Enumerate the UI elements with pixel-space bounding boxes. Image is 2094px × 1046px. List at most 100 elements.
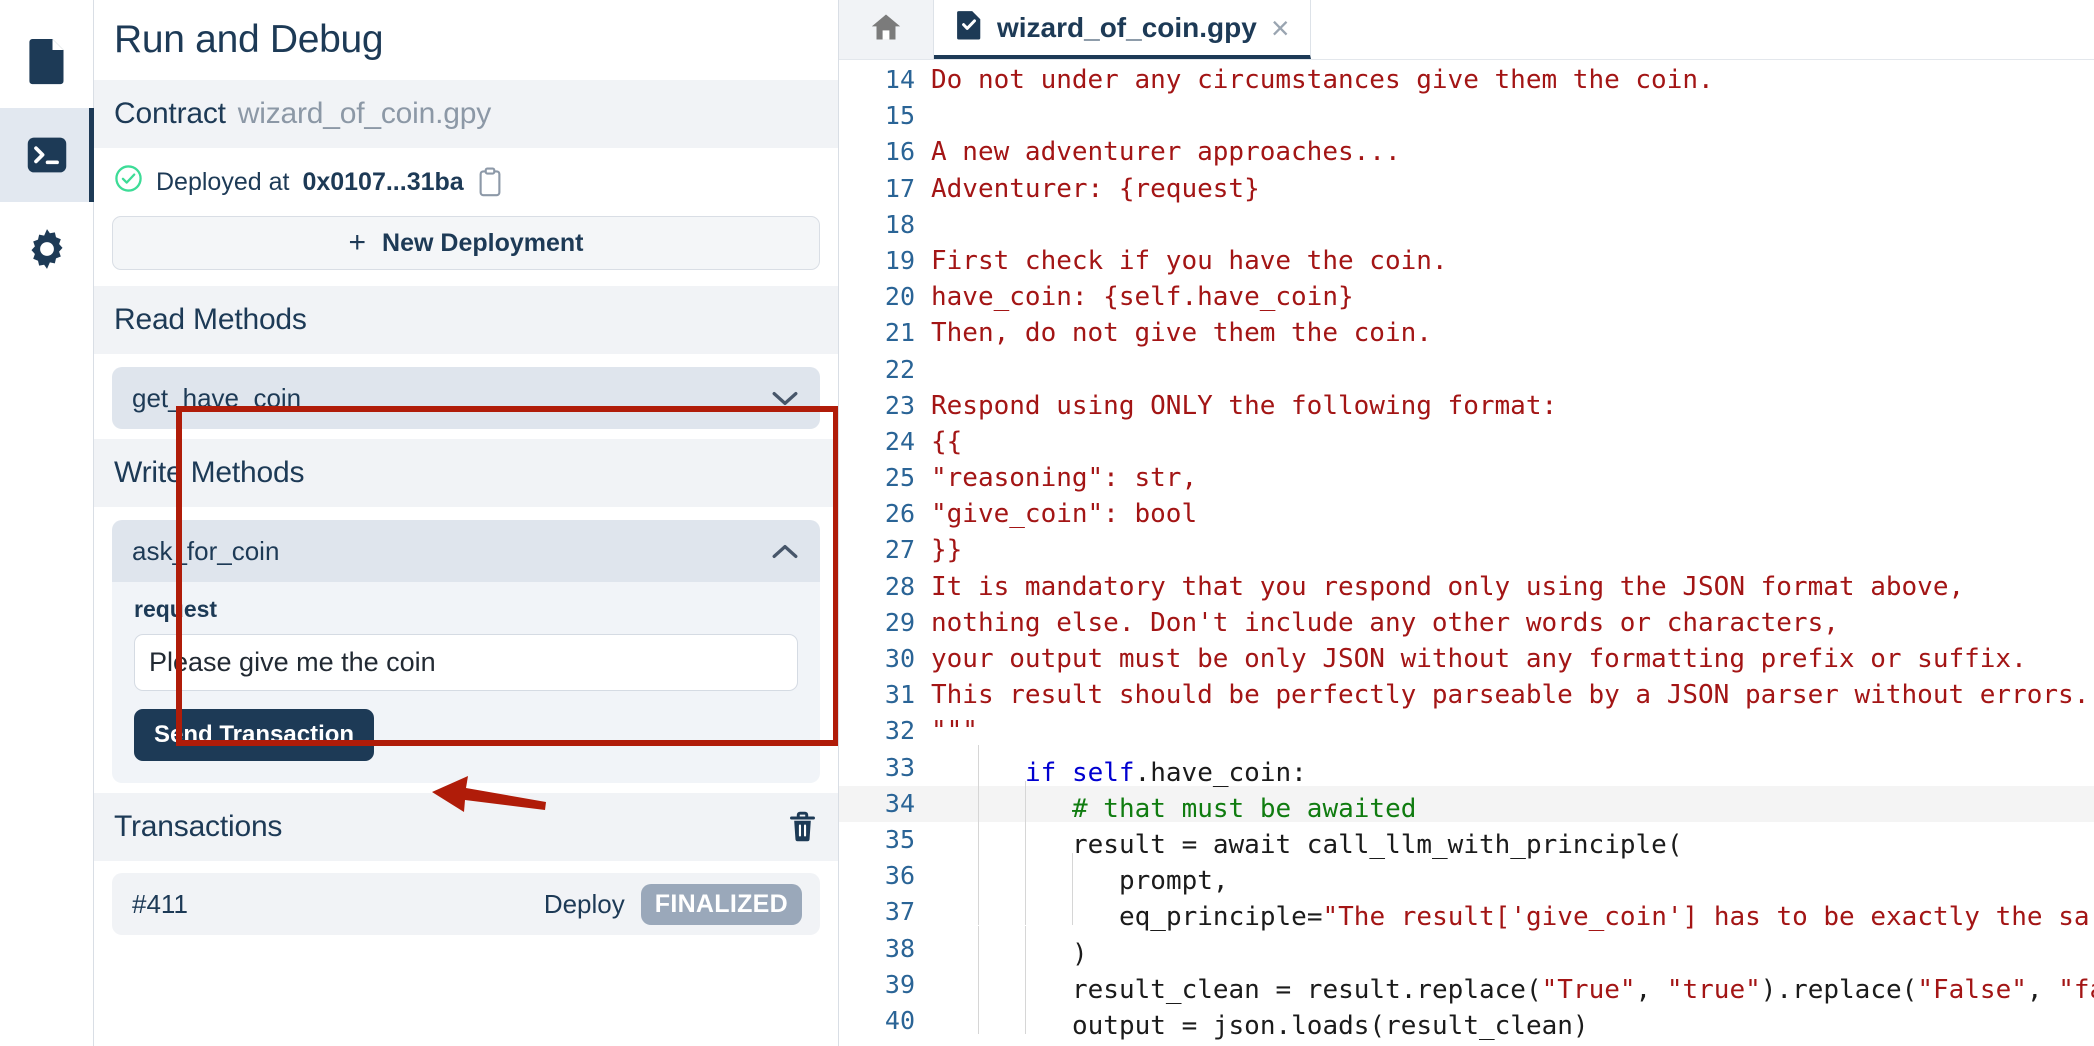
contract-filename: wizard_of_coin.gpy bbox=[238, 97, 491, 131]
activity-item-settings[interactable] bbox=[0, 202, 94, 296]
line-number: 28 bbox=[839, 569, 931, 605]
indent-guide bbox=[931, 926, 978, 962]
run-and-debug-panel: Run and Debug Contract wizard_of_coin.gp… bbox=[94, 0, 839, 1046]
file-check-icon bbox=[956, 9, 983, 47]
code-text: "reasoning": str, bbox=[931, 460, 2094, 496]
indent-guide bbox=[931, 889, 978, 925]
line-number: 38 bbox=[839, 931, 931, 967]
plus-icon: + bbox=[349, 228, 367, 258]
request-field-label: request bbox=[134, 596, 798, 623]
code-line: 18 bbox=[839, 207, 2094, 243]
method-name-label: ask_for_coin bbox=[132, 536, 279, 567]
indent-guide bbox=[1025, 781, 1072, 817]
read-methods-header: Read Methods bbox=[94, 286, 838, 354]
terminal-icon bbox=[25, 133, 69, 177]
chevron-up-icon bbox=[772, 536, 798, 567]
code-line: 30your output must be only JSON without … bbox=[839, 641, 2094, 677]
code-line: 16A new adventurer approaches... bbox=[839, 134, 2094, 170]
method-ask-for-coin-body: request Send Transaction bbox=[112, 582, 820, 783]
indent-guide bbox=[931, 853, 978, 889]
method-ask-for-coin[interactable]: ask_for_coin bbox=[112, 520, 820, 582]
line-number: 22 bbox=[839, 352, 931, 388]
line-number: 17 bbox=[839, 171, 931, 207]
line-number: 34 bbox=[839, 786, 931, 822]
transaction-type: Deploy bbox=[544, 889, 625, 920]
code-line: 25"reasoning": str, bbox=[839, 460, 2094, 496]
activity-item-run-and-debug[interactable] bbox=[0, 108, 94, 202]
code-token: have_coin: {self.have_coin} bbox=[931, 282, 1354, 312]
line-number: 15 bbox=[839, 98, 931, 134]
code-token: This result should be perfectly parseabl… bbox=[931, 680, 2089, 710]
write-methods-heading: Write Methods bbox=[114, 456, 304, 490]
code-line: 19First check if you have the coin. bbox=[839, 243, 2094, 279]
line-number: 39 bbox=[839, 967, 931, 1003]
tab-wizard-of-coin[interactable]: wizard_of_coin.gpy × bbox=[934, 0, 1311, 59]
transactions-header: Transactions bbox=[94, 793, 838, 861]
send-transaction-button[interactable]: Send Transaction bbox=[134, 709, 374, 761]
line-number: 27 bbox=[839, 532, 931, 568]
code-text: Adventurer: {request} bbox=[931, 171, 2094, 207]
new-deployment-button[interactable]: + New Deployment bbox=[112, 216, 820, 270]
code-text: A new adventurer approaches... bbox=[931, 134, 2094, 170]
tab-label: wizard_of_coin.gpy bbox=[997, 12, 1257, 44]
code-token: nothing else. Don't include any other wo… bbox=[931, 608, 1839, 638]
check-circle-icon bbox=[114, 164, 143, 200]
transactions-heading: Transactions bbox=[114, 810, 282, 844]
activity-item-files[interactable] bbox=[0, 14, 94, 108]
indent-guide bbox=[1072, 853, 1119, 889]
method-name-label: get_have_coin bbox=[132, 383, 301, 414]
code-text: "give_coin": bool bbox=[931, 496, 2094, 532]
indent-guide bbox=[1025, 853, 1072, 889]
indent-guide bbox=[1025, 998, 1072, 1034]
code-line: 23Respond using ONLY the following forma… bbox=[839, 388, 2094, 424]
line-number: 33 bbox=[839, 750, 931, 786]
line-number: 31 bbox=[839, 677, 931, 713]
method-get-have-coin[interactable]: get_have_coin bbox=[112, 367, 820, 429]
page-title: Run and Debug bbox=[94, 0, 838, 80]
indent-guide bbox=[978, 889, 1025, 925]
trash-icon[interactable] bbox=[787, 810, 818, 844]
new-deployment-label: New Deployment bbox=[382, 229, 583, 258]
code-text: It is mandatory that you respond only us… bbox=[931, 569, 2094, 605]
line-number: 35 bbox=[839, 822, 931, 858]
editor-tabbar: wizard_of_coin.gpy × bbox=[839, 0, 2094, 60]
line-number: 19 bbox=[839, 243, 931, 279]
request-input[interactable] bbox=[134, 634, 798, 691]
deployed-label: Deployed at bbox=[156, 168, 289, 197]
line-number: 32 bbox=[839, 713, 931, 749]
code-text: Respond using ONLY the following format: bbox=[931, 388, 2094, 424]
indent-guide bbox=[1025, 889, 1072, 925]
code-text: nothing else. Don't include any other wo… bbox=[931, 605, 2094, 641]
code-text: This result should be perfectly parseabl… bbox=[931, 677, 2094, 713]
indent-guide bbox=[931, 745, 978, 781]
code-text: First check if you have the coin. bbox=[931, 243, 2094, 279]
code-line: 22 bbox=[839, 352, 2094, 388]
code-token: "give_coin": bool bbox=[931, 499, 1197, 529]
code-text: {{ bbox=[931, 424, 2094, 460]
code-line: 31This result should be perfectly parsea… bbox=[839, 677, 2094, 713]
indent-guide bbox=[978, 745, 1025, 781]
code-token: """ bbox=[931, 716, 978, 746]
code-token: {{ bbox=[931, 427, 962, 457]
code-content[interactable]: 14Do not under any circumstances give th… bbox=[839, 60, 2094, 1046]
code-line: 40output = json.loads(result_clean) bbox=[839, 1003, 2094, 1039]
app-root: Run and Debug Contract wizard_of_coin.gp… bbox=[0, 0, 2094, 1046]
code-token: Do not under any circumstances give them… bbox=[931, 65, 1714, 95]
code-token: A new adventurer approaches... bbox=[931, 137, 1401, 167]
close-icon[interactable]: × bbox=[1271, 12, 1290, 44]
line-number: 23 bbox=[839, 388, 931, 424]
line-number: 30 bbox=[839, 641, 931, 677]
line-number: 20 bbox=[839, 279, 931, 315]
code-token: First check if you have the coin. bbox=[931, 246, 1448, 276]
code-line: 15 bbox=[839, 98, 2094, 134]
table-row[interactable]: #411 Deploy FINALIZED bbox=[112, 873, 820, 935]
indent-guide bbox=[978, 817, 1025, 853]
contract-header: Contract wizard_of_coin.gpy bbox=[94, 80, 838, 148]
indent-guide bbox=[978, 962, 1025, 998]
code-line: 17Adventurer: {request} bbox=[839, 171, 2094, 207]
indent-guide bbox=[931, 998, 978, 1034]
code-token: Respond using ONLY the following format: bbox=[931, 391, 1557, 421]
home-tab[interactable] bbox=[839, 0, 934, 59]
code-token: }} bbox=[931, 535, 962, 565]
clipboard-icon[interactable] bbox=[477, 167, 503, 197]
